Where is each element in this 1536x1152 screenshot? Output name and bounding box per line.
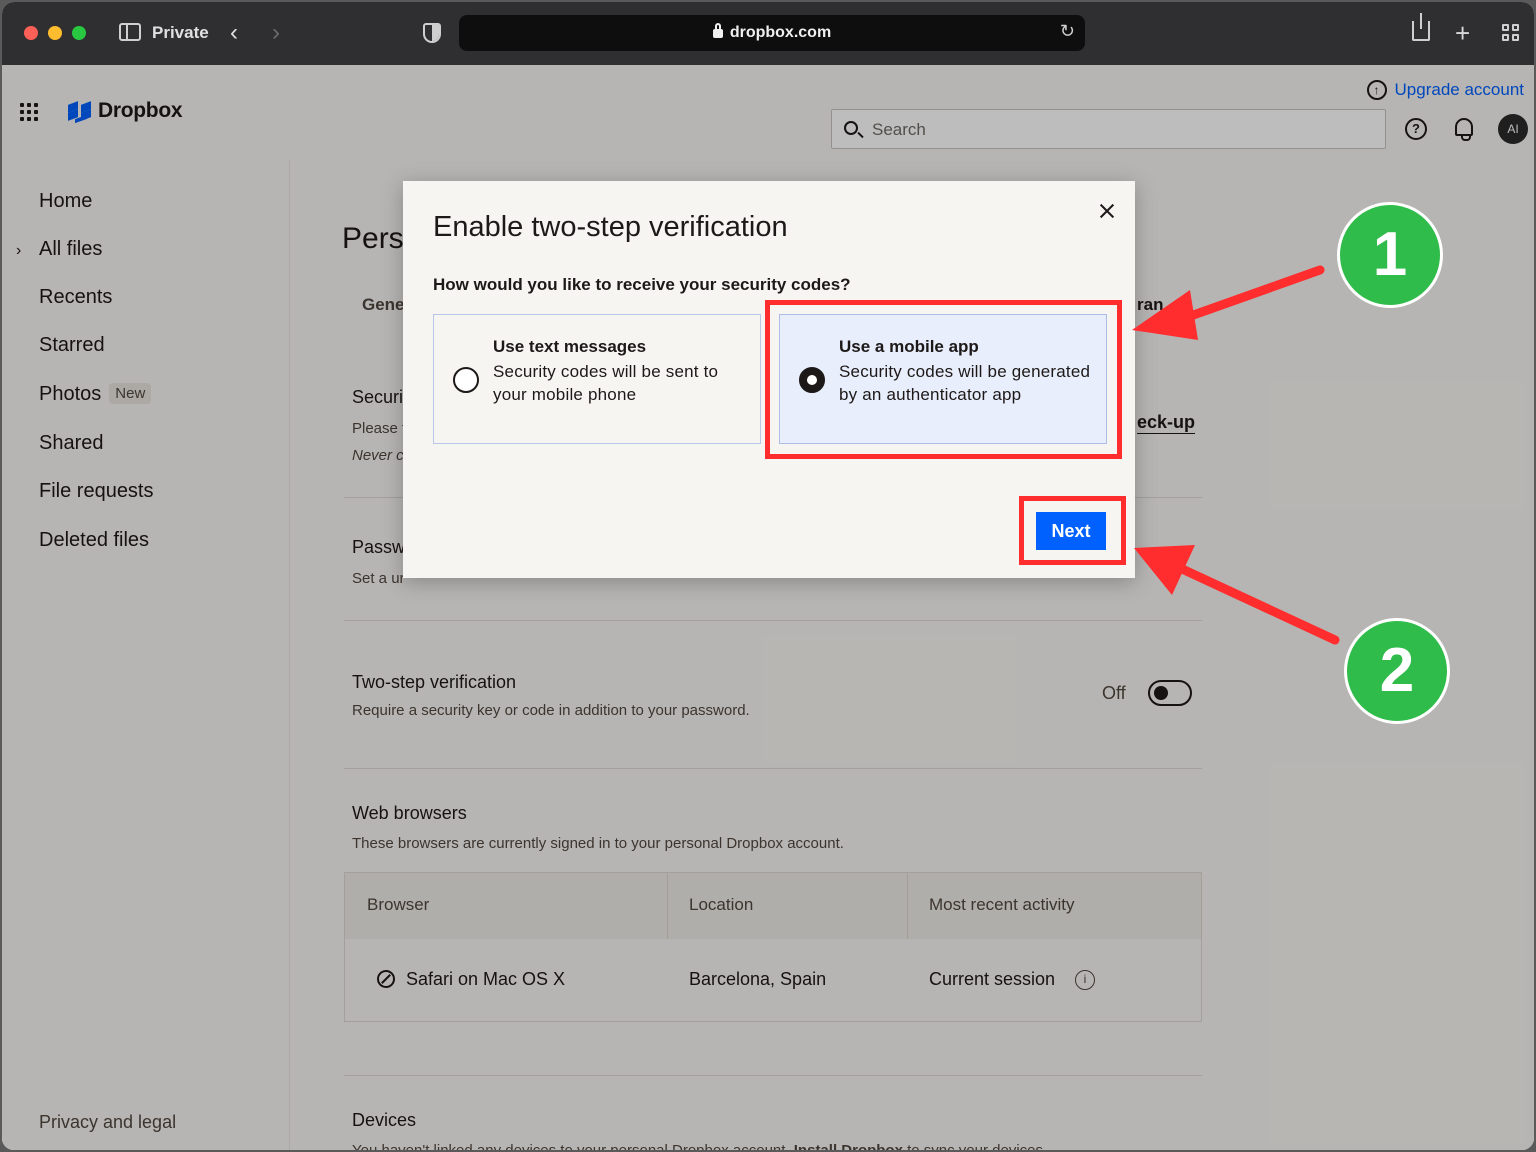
radio-text-messages[interactable] [453,367,479,393]
close-window-button[interactable] [24,26,38,40]
reload-icon[interactable]: ↻ [1060,21,1075,42]
highlight-next-button [1019,496,1126,565]
forward-arrow-icon[interactable]: › [272,19,280,47]
new-tab-icon[interactable]: + [1455,18,1470,49]
sidebar-toggle-icon[interactable] [119,23,141,41]
option-text-messages[interactable]: Use text messages Security codes will be… [433,314,761,444]
url-text: dropbox.com [729,24,832,41]
back-arrow-icon[interactable]: ‹ [230,19,238,47]
address-bar[interactable]: dropbox.com ↻ [459,15,1085,51]
close-icon[interactable] [1097,201,1117,221]
privacy-shield-icon[interactable] [423,23,441,43]
minimize-window-button[interactable] [48,26,62,40]
zoom-window-button[interactable] [72,26,86,40]
private-mode-label: Private [152,23,209,42]
modal-title: Enable two-step verification [433,211,788,243]
step-2-badge: 2 [1344,618,1450,724]
option-title: Use text messages [493,337,647,356]
browser-toolbar: Private ‹ › dropbox.com ↻ + [2,2,1534,65]
modal-question: How would you like to receive your secur… [433,275,851,294]
option-description: Security codes will be sent to your mobi… [493,362,719,404]
tab-overview-icon[interactable] [1502,24,1521,43]
step-1-badge: 1 [1337,202,1443,308]
highlight-mobile-app-option [765,300,1122,459]
share-icon[interactable] [1412,13,1430,41]
lock-icon [712,23,723,38]
